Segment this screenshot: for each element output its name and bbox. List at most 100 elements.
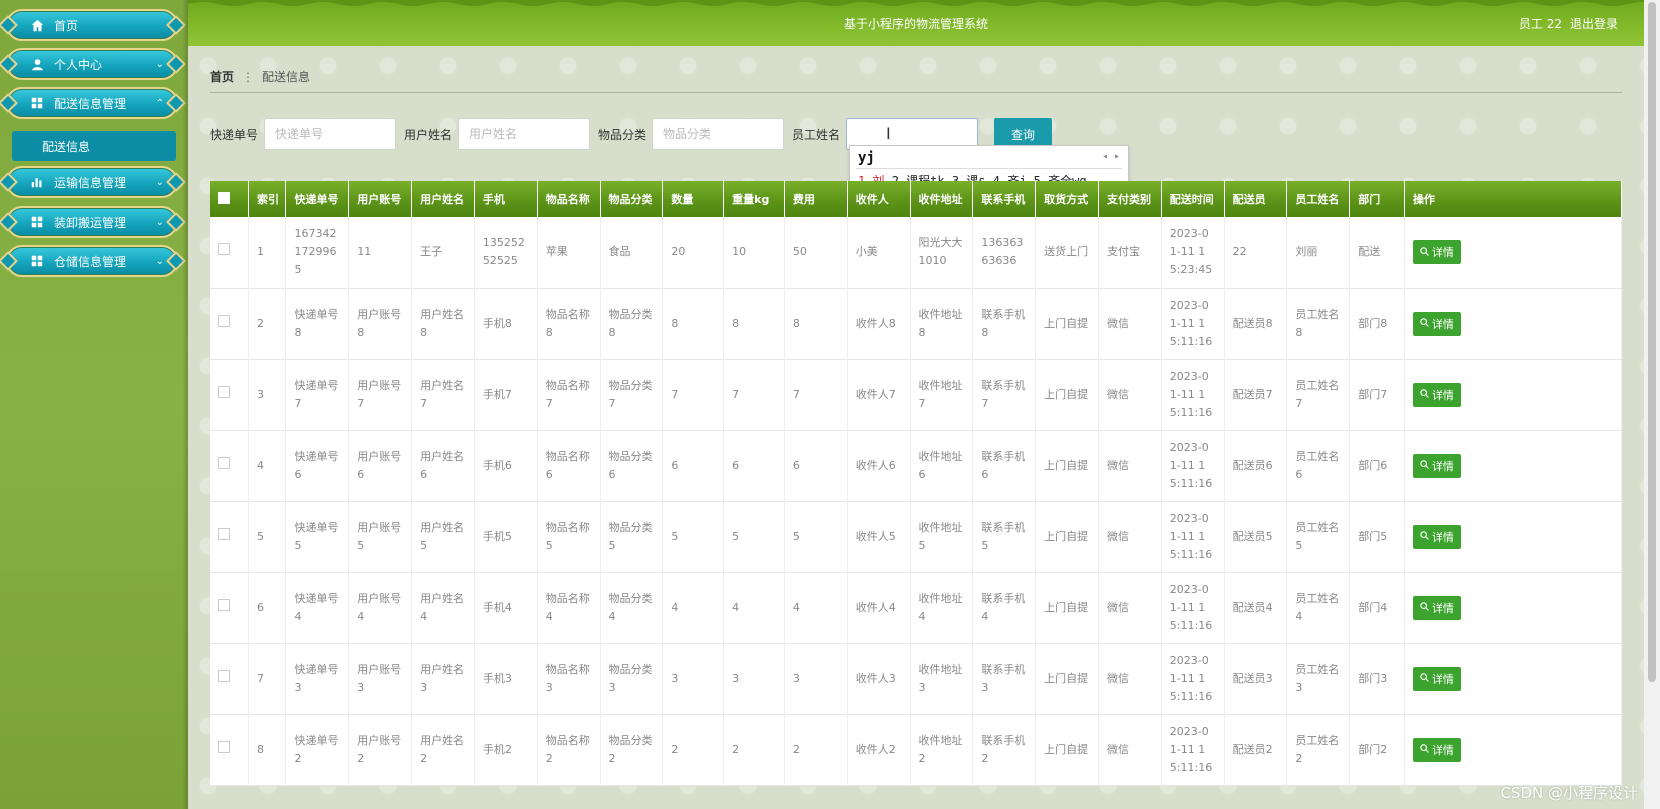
sidebar-item-profile[interactable]: 个人中心 ⌄ <box>6 48 178 80</box>
detail-button[interactable]: 详情 <box>1412 595 1461 620</box>
table-cell: 快递单号3 <box>285 643 350 714</box>
user-name-input[interactable] <box>458 118 591 150</box>
table-cell: 微信 <box>1098 501 1162 572</box>
table-cell: 快递单号7 <box>285 359 350 430</box>
table-cell: 配送员5 <box>1224 501 1288 572</box>
table-cell: 用户姓名8 <box>411 288 475 359</box>
home-icon <box>30 18 44 32</box>
table-cell: 部门3 <box>1349 643 1405 714</box>
sidebar-subitem-delivery-info[interactable]: 配送信息 <box>12 131 176 161</box>
detail-button[interactable]: 详情 <box>1412 453 1461 478</box>
detail-button[interactable]: 详情 <box>1412 240 1461 265</box>
logout-link[interactable]: 退出登录 <box>1570 15 1618 32</box>
table-cell: 13525252525 <box>474 217 538 288</box>
detail-button[interactable]: 详情 <box>1412 524 1461 549</box>
ime-page-arrows-icon[interactable]: ◂ ▸ <box>1102 151 1120 162</box>
detail-button-label: 详情 <box>1431 743 1454 757</box>
bar-chart-icon <box>30 175 44 189</box>
sidebar-item-handling-management[interactable]: 装卸搬运管理 ⌄ <box>6 206 178 238</box>
table-cell: 上门自提 <box>1035 430 1099 501</box>
table-cell: 7 <box>723 359 785 430</box>
table-cell: 8 <box>784 288 848 359</box>
detail-button[interactable]: 详情 <box>1412 311 1461 336</box>
table-cell: 2 <box>784 714 848 785</box>
table-cell: 物品名称6 <box>537 430 601 501</box>
sidebar-item-transport-management[interactable]: 运输信息管理 ⌄ <box>6 166 178 198</box>
search-icon <box>1420 246 1429 259</box>
table-cell: 快递单号2 <box>285 714 350 785</box>
table-cell: 手机6 <box>474 430 538 501</box>
detail-button-label: 详情 <box>1431 317 1454 331</box>
search-icon <box>1420 530 1429 543</box>
item-category-input[interactable] <box>652 118 785 150</box>
table-cell: 8 <box>662 288 725 359</box>
table-cell: 收件地址4 <box>910 572 974 643</box>
search-icon <box>1420 388 1429 401</box>
app-title: 基于小程序的物流管理系统 <box>843 17 988 31</box>
search-icon <box>1420 743 1429 756</box>
table-cell: 5 <box>248 501 287 572</box>
table-cell: 员工姓名4 <box>1286 572 1351 643</box>
delivery-table: 索引 快递单号 用户账号 用户姓名 手机 物品名称 物品分类 数量 重量kg 费用 收件人 收件地址联… <box>210 181 1623 786</box>
select-all-checkbox[interactable] <box>210 181 249 217</box>
breadcrumb-home[interactable]: 首页 <box>210 68 234 85</box>
table-cell: 食品 <box>600 217 664 288</box>
table-cell: 物品名称7 <box>537 359 601 430</box>
table-cell: 物品分类7 <box>600 359 664 430</box>
row-checkbox[interactable] <box>210 714 249 785</box>
table-cell: 阳光大大1010 <box>910 217 974 288</box>
chevron-down-icon: ⌄ <box>155 216 164 228</box>
detail-button[interactable]: 详情 <box>1412 737 1461 762</box>
vertical-scrollbar[interactable] <box>1644 0 1660 809</box>
row-checkbox[interactable] <box>210 501 249 572</box>
table-cell: 2023-01-11 15:11:16 <box>1161 430 1225 501</box>
table-cell: 用户姓名3 <box>411 643 475 714</box>
table-header-row: 索引 快递单号 用户账号 用户姓名 手机 物品名称 物品分类 数量 重量kg 费用 收件人 收件地址联… <box>210 181 1623 217</box>
chevron-down-icon: ⌄ <box>155 176 164 188</box>
search-icon <box>1420 317 1429 330</box>
table-cell: 4 <box>662 572 725 643</box>
detail-button[interactable]: 详情 <box>1412 382 1461 407</box>
table-cell: 收件人4 <box>847 572 911 643</box>
table-cell: 4 <box>248 430 287 501</box>
table-cell: 收件地址7 <box>910 359 974 430</box>
row-checkbox[interactable] <box>210 288 249 359</box>
table-cell: 物品分类8 <box>600 288 664 359</box>
table-cell: 20 <box>662 217 725 288</box>
table-cell: 快递单号4 <box>285 572 350 643</box>
sidebar-item-warehouse-management[interactable]: 仓储信息管理 ⌄ <box>6 245 178 277</box>
search-icon <box>1420 672 1429 685</box>
table-cell: 用户账号2 <box>348 714 413 785</box>
table-row: 8 快递单号2 用户账号2 用户姓名2 手机2 物品名称2 物品分类2 2 2 2 收件人2 收件地址… <box>210 714 1623 785</box>
table-cell: 联系手机2 <box>972 714 1037 785</box>
table-cell: 物品分类5 <box>600 501 664 572</box>
row-checkbox[interactable] <box>210 643 249 714</box>
scrollbar-thumb[interactable] <box>1648 2 1656 682</box>
row-checkbox[interactable] <box>210 217 249 288</box>
table-cell: 3 <box>662 643 725 714</box>
table-cell: 6 <box>784 430 848 501</box>
tracking-number-input[interactable] <box>264 118 397 150</box>
table-cell: 3 <box>723 643 785 714</box>
detail-button-label: 详情 <box>1431 459 1454 473</box>
row-checkbox[interactable] <box>210 572 249 643</box>
table-cell: 1 <box>248 217 287 288</box>
row-checkbox[interactable] <box>210 359 249 430</box>
table-cell: 苹果 <box>537 217 601 288</box>
table-cell: 13636363636 <box>972 217 1037 288</box>
column-header: 配送员 <box>1224 181 1288 217</box>
sidebar-item-delivery-management[interactable]: 配送信息管理 ⌃ <box>6 87 178 119</box>
table-cell: 收件地址6 <box>910 430 974 501</box>
sidebar-item-home[interactable]: 首页 <box>6 9 178 41</box>
detail-button[interactable]: 详情 <box>1412 666 1461 691</box>
row-checkbox[interactable] <box>210 430 249 501</box>
chevron-down-icon: ⌄ <box>155 255 164 267</box>
header: 基于小程序的物流管理系统 员工 22 退出登录 <box>188 0 1644 46</box>
table-cell: 收件人3 <box>847 643 911 714</box>
breadcrumb-separator-icon: ⋮ <box>242 69 255 84</box>
table-cell: 2023-01-11 15:11:16 <box>1161 501 1225 572</box>
table-cell: 微信 <box>1098 359 1162 430</box>
column-header: 配送时间 <box>1161 181 1225 217</box>
table-cell: 4 <box>784 572 848 643</box>
column-header: 重量kg <box>723 181 785 217</box>
